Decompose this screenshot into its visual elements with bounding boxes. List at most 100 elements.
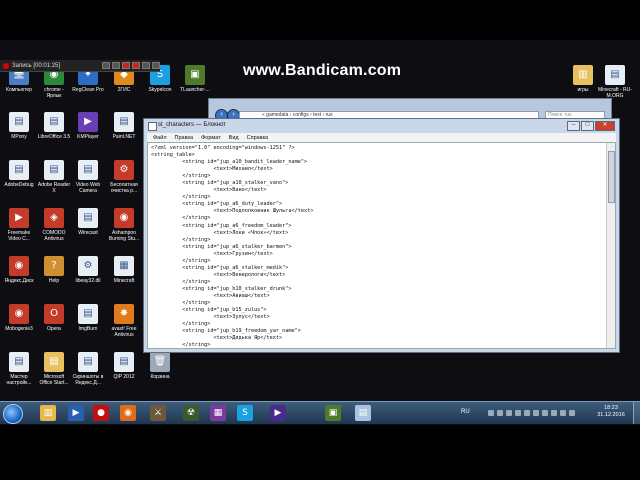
imgburn-icon: ▤ (78, 304, 98, 324)
editor-line: <string id="jup_b10_stalker_drunk"> (151, 285, 292, 292)
videowebcam-icon: ▤ (78, 160, 98, 180)
recorder-bar[interactable]: Запись [00:01:25] (0, 60, 160, 72)
desktop-icon-comodo[interactable]: ◈ COMODO Antivirus (37, 208, 71, 242)
desktop-icon-opera[interactable]: O Opera (37, 304, 71, 332)
tray-icon[interactable] (524, 410, 530, 416)
language-indicator[interactable]: RU (461, 409, 470, 415)
menu-view[interactable]: Вид (229, 135, 239, 141)
tray-icon[interactable] (542, 410, 548, 416)
desktop-icon-label: MPony (11, 134, 27, 140)
tray-icon[interactable] (569, 410, 575, 416)
desktop-icon-minecraft[interactable]: ▦ Minecraft (107, 256, 141, 284)
desktop-icon-videowebcam[interactable]: ▤ Video Web Camera (71, 160, 105, 194)
tray-icon[interactable] (515, 410, 521, 416)
kmp-task[interactable]: ▶ (270, 405, 286, 421)
explorer-task[interactable]: ▥ (40, 405, 56, 421)
clock[interactable]: 18:23 31.12.2016 (591, 405, 631, 419)
tray-icon[interactable] (560, 410, 566, 416)
desktop-icon-help[interactable]: ? Help (37, 256, 71, 284)
editor-line: </string> (151, 215, 211, 222)
record-task[interactable]: ● (93, 405, 109, 421)
minimize-button[interactable]: – (567, 121, 580, 131)
firefox-task[interactable]: ◉ (120, 405, 136, 421)
rect-icon[interactable] (112, 62, 120, 69)
desktop-icon-minecraft-ru[interactable]: ▤ Minecraft - RU-M.ORG (598, 65, 632, 99)
editor-line: <text>Грузин</text> (151, 250, 273, 257)
avast-icon: ✸ (114, 304, 134, 324)
yandexdisk-icon: ◉ (9, 256, 29, 276)
desktop-icon-kmplayer[interactable]: ▶ KMPlayer (71, 112, 105, 140)
minecraft-task[interactable]: ▣ (325, 405, 341, 421)
notepad-window[interactable]: st_characters — Блокнот – □ ✕ Файл Правк… (143, 118, 620, 353)
taskbar: ▥ ▶ ● ◉ ⚔ ☢ ▦ S ▶ ▣ ▤ RU 18:23 31.12.2016 (0, 401, 640, 424)
desktop-icon-label: avast! Free Antivirus (111, 326, 137, 338)
menu-help[interactable]: Справка (247, 135, 269, 141)
menu-file[interactable]: Файл (153, 135, 167, 141)
stop-icon[interactable] (122, 62, 130, 69)
tray-icon[interactable] (488, 410, 494, 416)
desktop-icon-libreoffice[interactable]: ▤ LibreOffice 3.5 (37, 112, 71, 140)
mpony-icon: ▤ (9, 112, 29, 132)
editor-line: <text>Вано</text> (151, 187, 267, 194)
menu-edit[interactable]: Правка (175, 135, 194, 141)
game-task[interactable]: ☢ (183, 405, 199, 421)
editor-content[interactable]: <?xml version="1.0" encoding="windows-12… (151, 145, 314, 348)
desktop-icon-wirecast[interactable]: ▤ Wirecast (71, 208, 105, 236)
tray-icon[interactable] (497, 410, 503, 416)
pause-icon[interactable] (132, 62, 140, 69)
editor-line: <text>Подполковник Шульга</text> (151, 208, 314, 215)
desktop-icon-yandexdisk[interactable]: ◉ Яндекс.Диск (2, 256, 36, 284)
desktop-icon-paintnet[interactable]: ▤ Paint.NET (107, 112, 141, 140)
vertical-scrollbar[interactable] (606, 143, 615, 348)
tray-icon[interactable] (533, 410, 539, 416)
scroll-thumb[interactable] (608, 151, 615, 203)
pencil-icon[interactable] (102, 62, 110, 69)
text-editor[interactable]: <?xml version="1.0" encoding="windows-12… (147, 142, 616, 349)
camera-icon[interactable] (142, 62, 150, 69)
desktop-icon-ashampoo[interactable]: ◉ Ashampoo Burning Stu... (107, 208, 141, 242)
cleaner-icon: ⚙ (114, 160, 134, 180)
editor-line: <string id="jup_a6_duty_leader"> (151, 201, 283, 208)
desktop-icon-recycle[interactable]: 🗑 Корзина (143, 352, 177, 380)
notepad-task[interactable]: ▤ (355, 405, 371, 421)
desktop-icon-label: Help (48, 278, 60, 284)
notepad-titlebar[interactable]: st_characters — Блокнот – □ ✕ (144, 119, 619, 132)
desktop-icon-freemake[interactable]: ▶ Freemake Video C... (2, 208, 36, 242)
desktop-icon-officestart[interactable]: ▤ Microsoft Office Start... (37, 352, 71, 386)
editor-line: <text>Дядька Яр</text> (151, 335, 283, 342)
winrar-task[interactable]: ▦ (210, 405, 226, 421)
maximize-button[interactable]: □ (581, 121, 594, 131)
desktop-icon-imgburn[interactable]: ▤ ImgBurn (71, 304, 105, 332)
desktop-icon-qip[interactable]: ▤ QIP 2012 (107, 352, 141, 380)
editor-line: </string> (151, 194, 211, 201)
desktop-icon-label: Ashampoo Burning Stu... (108, 230, 140, 242)
close-icon[interactable] (152, 62, 160, 69)
comodo-icon: ◈ (44, 208, 64, 228)
desktop-icon-games[interactable]: ▥ игры (566, 65, 600, 93)
skype-task[interactable]: S (237, 405, 253, 421)
desktop-icon-libeay[interactable]: ⚙ libeay32.dll (71, 256, 105, 284)
desktop-icon-adobereader[interactable]: ▤ Adobe Reader X (37, 160, 71, 194)
desktop-icon-label: Microsoft Office Start... (39, 374, 69, 386)
tray-icon[interactable] (506, 410, 512, 416)
desktop-icon-label: QIP 2012 (113, 374, 135, 380)
desktop-icon-master[interactable]: ▤ Мастер настройк... (2, 352, 36, 386)
desktop-icon-adobedebug[interactable]: ▤ AdobeDebug (2, 160, 36, 188)
media-task[interactable]: ▶ (68, 405, 84, 421)
tray-icon[interactable] (551, 410, 557, 416)
desktop-icon-mobogenie[interactable]: ◉ Mobogenie3 (2, 304, 36, 332)
desktop-icon-tlauncher[interactable]: ▣ TLauncher-... (178, 65, 212, 93)
menu-format[interactable]: Формат (201, 135, 221, 141)
editor-line: </string> (151, 321, 211, 328)
editor-line: <string id="jup_a10_bandit_leader_name"> (151, 159, 308, 166)
desktop-icon-cleaner[interactable]: ⚙ Бесплатная очистка р... (107, 160, 141, 194)
start-button[interactable] (3, 404, 23, 424)
stalker-task[interactable]: ⚔ (150, 405, 166, 421)
show-desktop-button[interactable] (633, 402, 640, 424)
desktop-icon-avast[interactable]: ✸ avast! Free Antivirus (107, 304, 141, 338)
paintnet-icon: ▤ (114, 112, 134, 132)
close-button[interactable]: ✕ (595, 121, 615, 131)
desktop-icon-screenshots[interactable]: ▤ Скриншоты в Яндекс.Д... (71, 352, 105, 386)
desktop-icon-mpony[interactable]: ▤ MPony (2, 112, 36, 140)
screenshots-icon: ▤ (78, 352, 98, 372)
